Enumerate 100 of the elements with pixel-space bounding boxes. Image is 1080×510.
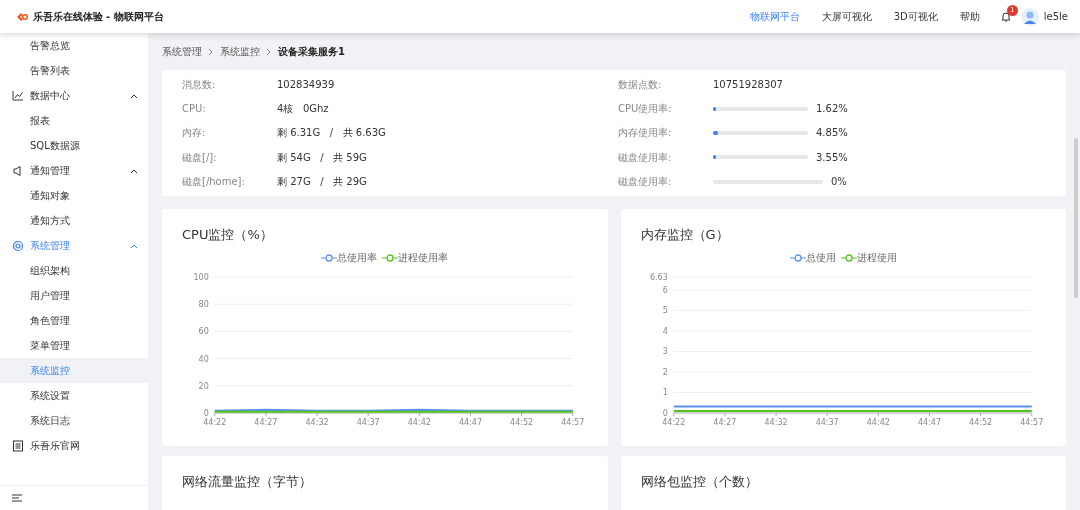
x-tick-label: 44:37 bbox=[356, 418, 380, 428]
sidebar-subitem[interactable]: 菜单管理 bbox=[0, 333, 148, 358]
x-tick-label: 44:42 bbox=[866, 418, 890, 428]
x-tick-label: 44:32 bbox=[764, 418, 788, 428]
y-tick-label: 80 bbox=[198, 300, 209, 310]
logo-icon bbox=[16, 10, 30, 23]
info-label: 内存使用率: bbox=[618, 126, 672, 141]
scrollbar[interactable] bbox=[1074, 138, 1078, 298]
nav-link[interactable]: 物联网平台 bbox=[738, 9, 811, 24]
y-tick-label: 2 bbox=[662, 368, 668, 378]
legend-item[interactable]: 进程使用率 bbox=[382, 250, 449, 266]
x-tick-label: 44:42 bbox=[407, 418, 431, 428]
info-label: 内存: bbox=[182, 126, 206, 141]
info-value: 剩 27G / 共 29G bbox=[277, 175, 367, 190]
sidebar-subitem[interactable]: 报表 bbox=[0, 108, 148, 133]
legend-line-icon bbox=[382, 253, 399, 262]
info-label: CPU使用率: bbox=[618, 102, 672, 117]
chart-title: 网络流量监控（字节） bbox=[181, 472, 313, 491]
x-tick-label: 44:52 bbox=[510, 418, 534, 428]
nav-link[interactable]: 3D可视化 bbox=[882, 9, 949, 24]
info-label: 磁盘使用率: bbox=[618, 175, 672, 190]
document-icon bbox=[12, 439, 24, 452]
info-label: 磁盘[/]: bbox=[182, 150, 217, 165]
y-tick-label: 4 bbox=[662, 327, 668, 337]
sidebar-subitem[interactable]: 系统日志 bbox=[0, 408, 148, 433]
info-label: 数据点数: bbox=[618, 77, 662, 92]
y-tick-label: 20 bbox=[198, 382, 209, 392]
breadcrumb-link[interactable]: 系统管理 bbox=[162, 44, 202, 59]
user-name[interactable]: le5le bbox=[1043, 9, 1068, 24]
breadcrumb-current: 设备采集服务1 bbox=[278, 45, 345, 59]
chart-icon bbox=[12, 89, 24, 102]
sidebar-subitem[interactable]: SQL数据源 bbox=[0, 133, 148, 158]
chart-title: CPU监控（%） bbox=[181, 225, 274, 244]
legend-line-icon bbox=[840, 253, 857, 262]
info-label: 消息数: bbox=[182, 77, 216, 92]
x-tick-label: 44:22 bbox=[661, 418, 685, 428]
sidebar-subitem[interactable]: 角色管理 bbox=[0, 308, 148, 333]
sidebar-subitem[interactable]: 通知对象 bbox=[0, 183, 148, 208]
info-label: CPU: bbox=[182, 102, 206, 117]
y-tick-label: 0 bbox=[662, 409, 668, 419]
y-tick-label: 40 bbox=[198, 355, 209, 365]
y-tick-label: 6.63 bbox=[649, 273, 668, 283]
sidebar-item[interactable]: 通知管理 bbox=[0, 158, 148, 183]
sidebar-subitem[interactable]: 系统监控 bbox=[0, 358, 148, 383]
speaker-icon bbox=[12, 164, 24, 177]
x-tick-label: 44:52 bbox=[968, 418, 992, 428]
app-title: 乐吾乐在线体验 - 物联网平台 bbox=[32, 10, 164, 24]
avatar-icon bbox=[1020, 7, 1039, 26]
nav-link[interactable]: 帮助 bbox=[948, 9, 991, 24]
info-value: 剩 6.31G / 共 6.63G bbox=[277, 126, 386, 141]
y-tick-label: 60 bbox=[198, 327, 209, 337]
x-tick-label: 44:47 bbox=[917, 418, 941, 428]
progress-reading: 4.85% bbox=[816, 126, 848, 141]
info-label: 磁盘使用率: bbox=[618, 150, 672, 165]
x-tick-label: 44:47 bbox=[458, 418, 482, 428]
y-tick-label: 1 bbox=[662, 388, 668, 398]
sidebar-item[interactable]: 数据中心 bbox=[0, 83, 148, 108]
sidebar-subitem[interactable]: 告警列表 bbox=[0, 58, 148, 83]
gear-icon bbox=[12, 239, 24, 252]
sidebar-item[interactable]: 乐吾乐官网 bbox=[0, 433, 148, 458]
menu-icon bbox=[12, 494, 22, 502]
chevron-up-icon bbox=[130, 242, 138, 249]
legend-item[interactable]: 进程使用 bbox=[840, 250, 897, 266]
x-tick-label: 44:57 bbox=[1019, 418, 1043, 428]
progress-reading: 0% bbox=[831, 175, 847, 190]
progress-reading: 1.62% bbox=[816, 102, 848, 117]
x-tick-label: 44:22 bbox=[203, 418, 227, 428]
chevron-up-icon bbox=[130, 167, 138, 174]
sidebar-subitem[interactable]: 系统设置 bbox=[0, 383, 148, 408]
info-value: 10751928307 bbox=[713, 77, 783, 92]
x-tick-label: 44:37 bbox=[815, 418, 839, 428]
bell-icon[interactable] bbox=[1000, 11, 1011, 22]
sidebar-item[interactable]: 系统管理 bbox=[0, 233, 148, 258]
sidebar-subitem[interactable]: 通知方式 bbox=[0, 208, 148, 233]
legend-line-icon bbox=[789, 253, 806, 262]
legend-item[interactable]: 总使用率 bbox=[321, 250, 378, 266]
y-tick-label: 100 bbox=[193, 273, 209, 283]
sidebar-subitem[interactable]: 用户管理 bbox=[0, 283, 148, 308]
y-tick-label: 6 bbox=[662, 286, 668, 296]
x-tick-label: 44:32 bbox=[305, 418, 329, 428]
info-value: 102834939 bbox=[277, 77, 335, 92]
nav-link[interactable]: 大屏可视化 bbox=[810, 9, 883, 24]
y-tick-label: 5 bbox=[662, 306, 668, 316]
chart-title: 网络包监控（个数） bbox=[639, 472, 759, 491]
info-value: 4核 0Ghz bbox=[277, 102, 329, 117]
sidebar-subitem[interactable]: 告警总览 bbox=[0, 33, 148, 58]
chart-title: 内存监控（G） bbox=[639, 225, 730, 244]
y-tick-label: 3 bbox=[662, 347, 668, 357]
breadcrumb-link[interactable]: 系统监控 bbox=[220, 44, 260, 59]
sidebar-subitem[interactable]: 组织架构 bbox=[0, 258, 148, 283]
x-tick-label: 44:27 bbox=[254, 418, 278, 428]
progress-reading: 3.55% bbox=[816, 150, 848, 165]
legend-line-icon bbox=[321, 253, 338, 262]
x-tick-label: 44:57 bbox=[561, 418, 585, 428]
legend-item[interactable]: 总使用 bbox=[789, 250, 836, 266]
chevron-up-icon bbox=[130, 92, 138, 99]
info-label: 磁盘[/home]: bbox=[182, 175, 245, 190]
x-tick-label: 44:27 bbox=[712, 418, 736, 428]
info-value: 剩 54G / 共 59G bbox=[277, 150, 367, 165]
y-tick-label: 0 bbox=[203, 409, 209, 419]
